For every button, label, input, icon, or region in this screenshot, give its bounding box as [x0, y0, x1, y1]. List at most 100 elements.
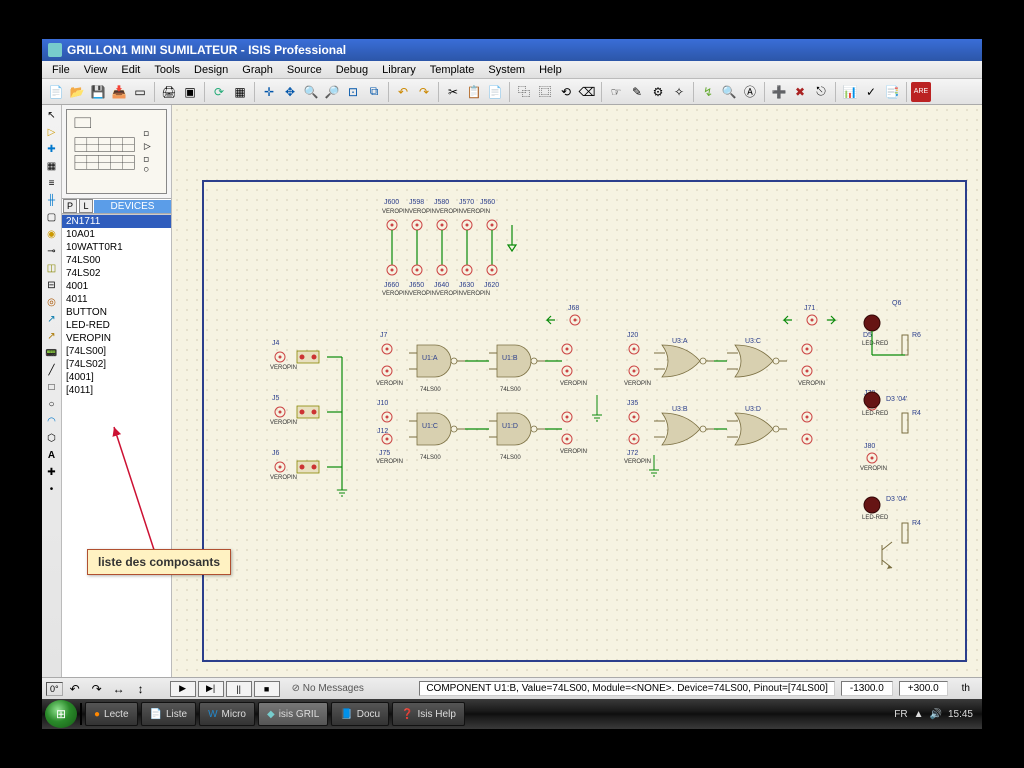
zoomout-icon[interactable]: 🔎 [322, 82, 342, 102]
device-item[interactable]: 2N1711 [62, 215, 171, 228]
menu-library[interactable]: Library [376, 63, 422, 77]
flipx-icon[interactable]: ↔ [109, 679, 129, 699]
device-item[interactable]: LED-RED [62, 319, 171, 332]
terminal-tool[interactable]: ◉ [44, 226, 60, 242]
menu-source[interactable]: Source [281, 63, 328, 77]
clock[interactable]: 15:45 [948, 709, 973, 720]
select-tool[interactable]: ↖ [44, 107, 60, 123]
taskbar-item[interactable]: ❓Isis Help [392, 702, 465, 726]
menu-template[interactable]: Template [424, 63, 481, 77]
menu-design[interactable]: Design [188, 63, 234, 77]
menu-file[interactable]: File [46, 63, 76, 77]
schematic-canvas[interactable]: J600 J598 J580 J570 J560 VEROPINVEROPINV… [172, 105, 982, 677]
device-item[interactable]: BUTTON [62, 306, 171, 319]
cut-icon[interactable]: ✂ [443, 82, 463, 102]
system-tray[interactable]: FR ▲ 🔊 15:45 [894, 709, 979, 720]
menu-tools[interactable]: Tools [148, 63, 186, 77]
pat-icon[interactable]: Ⓐ [740, 82, 760, 102]
start-button[interactable]: ⊞ [45, 700, 77, 728]
instrument-tool[interactable]: 📟 [44, 345, 60, 361]
device-item[interactable]: [74LS00] [62, 345, 171, 358]
pan-icon[interactable]: ✥ [280, 82, 300, 102]
tray-icon[interactable]: ▲ [914, 709, 924, 720]
copy-icon[interactable]: 📋 [464, 82, 484, 102]
package-icon[interactable]: ⚙ [648, 82, 668, 102]
print-icon[interactable]: 🖨 [159, 82, 179, 102]
device-item[interactable]: [74LS02] [62, 358, 171, 371]
taskbar-item[interactable]: ●Lecte [85, 702, 138, 726]
taskbar-item[interactable]: WMicro [199, 702, 255, 726]
erc-icon[interactable]: ✓ [861, 82, 881, 102]
label-tool[interactable]: ▦ [44, 158, 60, 174]
bom-icon[interactable]: 📊 [840, 82, 860, 102]
save-icon[interactable]: 💾 [88, 82, 108, 102]
undo-icon[interactable]: ↶ [393, 82, 413, 102]
menu-system[interactable]: System [482, 63, 531, 77]
pick-icon[interactable]: ☞ [606, 82, 626, 102]
netlist-icon[interactable]: 📑 [882, 82, 902, 102]
device-item[interactable]: 4011 [62, 293, 171, 306]
origin-icon[interactable]: ✛ [259, 82, 279, 102]
newsheet-icon[interactable]: ➕ [769, 82, 789, 102]
search-icon[interactable]: 🔍 [719, 82, 739, 102]
subcircuit-tool[interactable]: ▢ [44, 209, 60, 225]
rotright-icon[interactable]: ↷ [87, 679, 107, 699]
blockdel-icon[interactable]: ⌫ [577, 82, 597, 102]
menu-view[interactable]: View [78, 63, 114, 77]
grid-icon[interactable]: ▦ [230, 82, 250, 102]
make-icon[interactable]: ✎ [627, 82, 647, 102]
probe-i-tool[interactable]: ↗ [44, 328, 60, 344]
tray-icon[interactable]: 🔊 [930, 709, 942, 720]
bus-tool[interactable]: ╫ [44, 192, 60, 208]
device-list[interactable]: 2N171110A0110WATT0R174LS0074LS0240014011… [62, 214, 171, 677]
probe-v-tool[interactable]: ↗ [44, 311, 60, 327]
ares-icon[interactable]: ARE [911, 82, 931, 102]
area-icon[interactable]: ▭ [130, 82, 150, 102]
decomp-icon[interactable]: ✧ [669, 82, 689, 102]
component-tool[interactable]: ▷ [44, 124, 60, 140]
zoomin-icon[interactable]: 🔍 [301, 82, 321, 102]
play-button[interactable]: ▶ [170, 681, 196, 697]
device-item[interactable]: [4001] [62, 371, 171, 384]
blockmove-icon[interactable]: ⿴ [535, 82, 555, 102]
zoomall-icon[interactable]: ⊡ [343, 82, 363, 102]
menu-debug[interactable]: Debug [330, 63, 374, 77]
menubar[interactable]: FileViewEditToolsDesignGraphSourceDebugL… [42, 61, 982, 79]
tape-tool[interactable]: ⊟ [44, 277, 60, 293]
blockrot-icon[interactable]: ⟲ [556, 82, 576, 102]
taskbar-item[interactable]: 📄Liste [141, 702, 197, 726]
stop-button[interactable]: ■ [254, 681, 280, 697]
pick-button[interactable]: P [63, 199, 77, 213]
graph-tool[interactable]: ◫ [44, 260, 60, 276]
blockcopy-icon[interactable]: ⿻ [514, 82, 534, 102]
no-messages[interactable]: ⊘ No Messages [292, 683, 364, 694]
taskbar-item[interactable]: ◆isis GRIL [258, 702, 328, 726]
symbol-tool[interactable]: ✚ [44, 464, 60, 480]
device-item[interactable]: 10A01 [62, 228, 171, 241]
circle-tool[interactable]: ○ [44, 396, 60, 412]
gen-tool[interactable]: ◎ [44, 294, 60, 310]
zoomarea-icon[interactable]: ⧉ [364, 82, 384, 102]
import-icon[interactable]: 📥 [109, 82, 129, 102]
windows-taskbar[interactable]: ⊞ ●Lecte 📄Liste WMicro ◆isis GRIL 📘Docu … [42, 699, 982, 729]
device-item[interactable]: VEROPIN [62, 332, 171, 345]
path-tool[interactable]: ⬡ [44, 430, 60, 446]
lib-button[interactable]: L [79, 199, 93, 213]
menu-graph[interactable]: Graph [236, 63, 279, 77]
wireauto-icon[interactable]: ↯ [698, 82, 718, 102]
device-item[interactable]: 74LS02 [62, 267, 171, 280]
line-tool[interactable]: ╱ [44, 362, 60, 378]
rotleft-icon[interactable]: ↶ [65, 679, 85, 699]
device-item[interactable]: 10WATT0R1 [62, 241, 171, 254]
region-icon[interactable]: ▣ [180, 82, 200, 102]
box-tool[interactable]: □ [44, 379, 60, 395]
paste-icon[interactable]: 📄 [485, 82, 505, 102]
redo-icon[interactable]: ↷ [414, 82, 434, 102]
taskbar-item[interactable]: 📘Docu [331, 702, 389, 726]
new-icon[interactable]: 📄 [46, 82, 66, 102]
exit-icon[interactable]: ⎋ [811, 82, 831, 102]
arc-tool[interactable]: ◠ [44, 413, 60, 429]
step-button[interactable]: ▶| [198, 681, 224, 697]
script-tool[interactable]: ≡ [44, 175, 60, 191]
junction-tool[interactable]: ✚ [44, 141, 60, 157]
